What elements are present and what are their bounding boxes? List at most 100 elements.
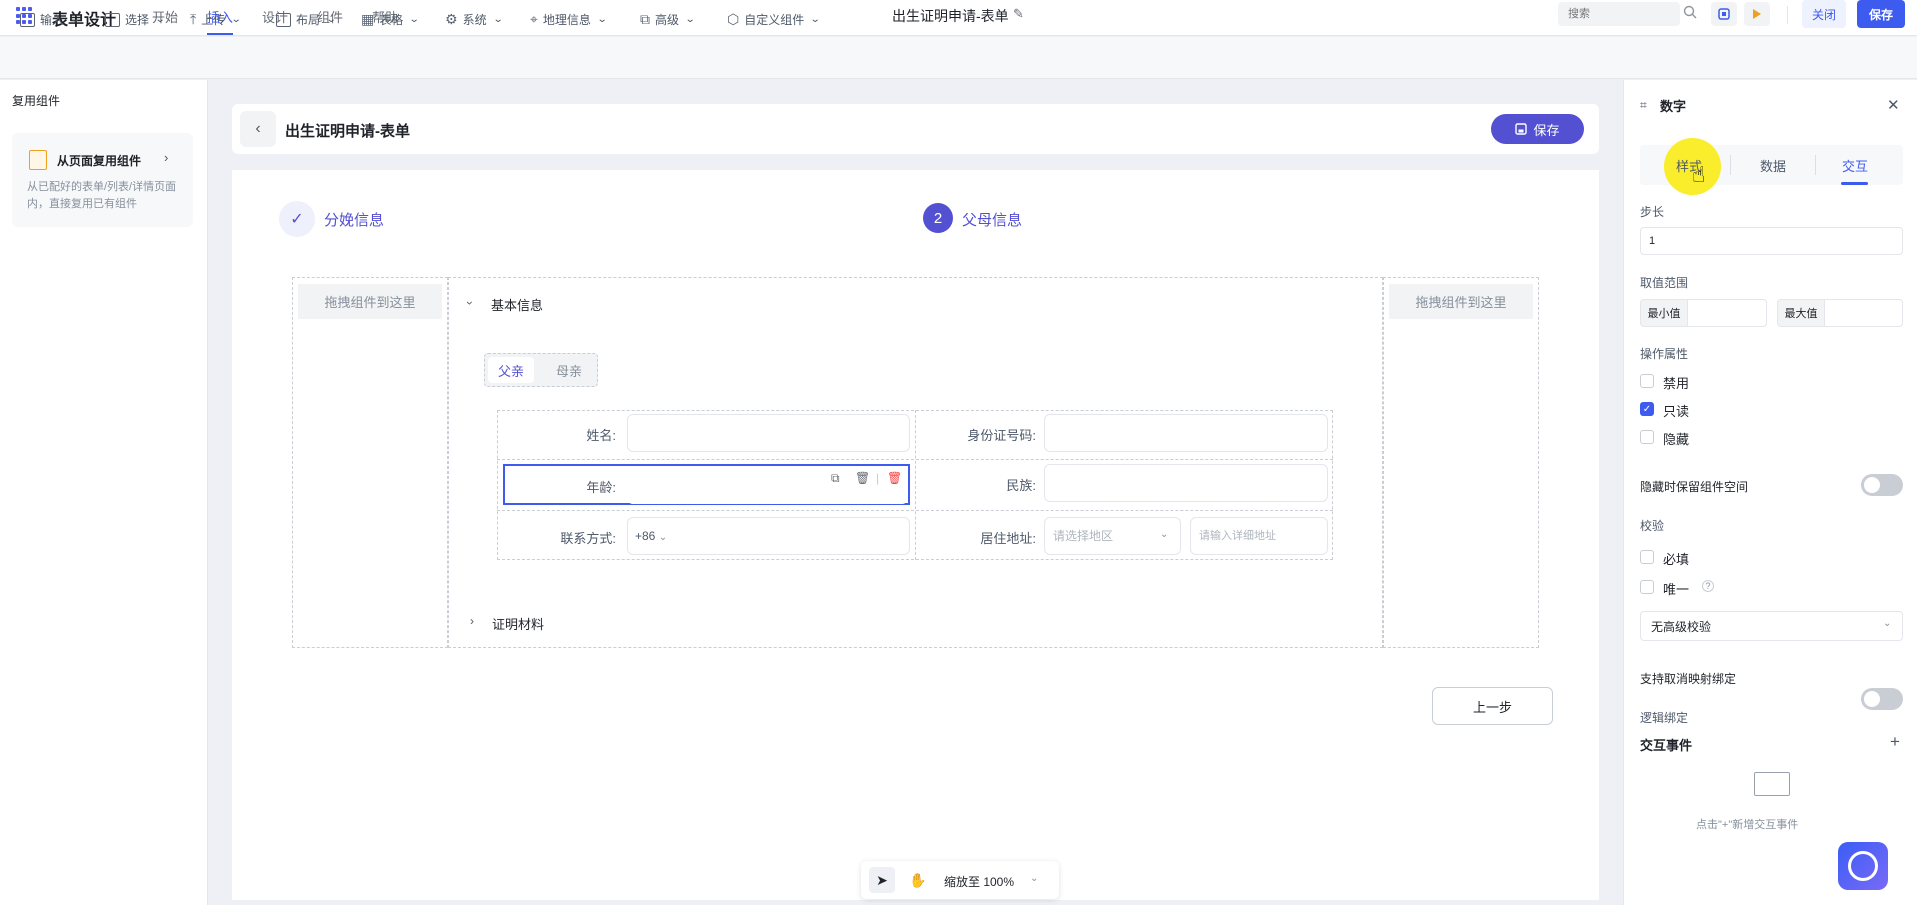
required-checkbox[interactable] <box>1640 550 1654 564</box>
search-box[interactable] <box>1558 2 1680 26</box>
close-button[interactable]: 关闭 <box>1802 0 1846 28</box>
keep-space-toggle[interactable] <box>1861 474 1903 496</box>
number-field-icon: ⌗ <box>1640 98 1647 112</box>
chevron-down-icon: ⌄ <box>684 14 696 25</box>
disabled-checkbox[interactable] <box>1640 374 1654 388</box>
toolbar-system[interactable]: ⚙ 系统 ⌄ <box>445 11 504 28</box>
tab-interaction[interactable]: 交互 <box>1842 156 1868 175</box>
unique-checkbox[interactable] <box>1640 580 1654 594</box>
logic-binding-label: 逻辑绑定 <box>1640 711 1689 725</box>
step-input[interactable] <box>1640 227 1903 255</box>
advanced-icon: ⧉ <box>640 11 650 27</box>
layout-column-right <box>1383 277 1539 648</box>
empty-events-hint: 点击"+"新增交互事件 <box>1696 819 1799 831</box>
disabled-label: 禁用 <box>1663 376 1690 391</box>
left-panel-title: 复用组件 <box>12 94 61 108</box>
trash-icon[interactable]: 🗑 <box>887 471 902 485</box>
phone-input[interactable] <box>627 517 910 555</box>
phone-label: 联系方式: <box>560 531 616 546</box>
required-label: 必填 <box>1663 552 1690 567</box>
advanced-validation-select[interactable]: 无高级校验 <box>1640 611 1903 641</box>
name-input[interactable] <box>627 414 910 452</box>
name-label: 姓名: <box>586 428 616 443</box>
toolbar-advanced[interactable]: ⧉ 高级 ⌄ <box>640 11 696 28</box>
section-certificates[interactable]: 证明材料 <box>492 614 544 633</box>
readonly-label: 只读 <box>1663 404 1690 419</box>
hand-cursor-icon: ☝ <box>1692 162 1706 187</box>
section-basic-info[interactable]: 基本信息 <box>491 295 543 314</box>
map-icon: ⌖ <box>530 11 538 27</box>
toolbar-custom[interactable]: ⬡ 自定义组件 ⌄ <box>727 11 821 28</box>
step-2-number[interactable]: 2 <box>923 203 953 233</box>
step-2-label[interactable]: 父母信息 <box>962 209 1022 230</box>
chevron-down-icon: ⌄ <box>154 14 166 25</box>
chevron-down-icon[interactable]: › <box>463 301 477 305</box>
layout-column-left <box>292 277 448 648</box>
active-tab-indicator <box>1841 182 1868 185</box>
address-label: 居住地址: <box>980 531 1036 546</box>
action-divider: | <box>876 471 880 485</box>
preview-icon[interactable] <box>1711 2 1737 26</box>
zoom-level[interactable]: 缩放至 100% <box>944 873 1014 890</box>
drop-zone-right[interactable]: 拖拽组件到这里 <box>1389 284 1533 319</box>
chevron-down-icon: ⌄ <box>492 14 504 25</box>
tab-data[interactable]: 数据 <box>1760 156 1786 175</box>
toolbar-select[interactable]: 选择 ⌄ <box>105 11 166 28</box>
toolbar-table[interactable]: ▦ 表格 ⌄ <box>361 11 420 28</box>
unmap-toggle[interactable] <box>1861 688 1903 710</box>
chevron-left-icon: ‹ <box>255 120 261 137</box>
search-input[interactable] <box>1558 2 1650 26</box>
max-input[interactable] <box>1824 299 1903 327</box>
id-number-input[interactable] <box>1044 414 1328 452</box>
layout-icon <box>276 12 291 27</box>
toolbar-upload[interactable]: ⤒ 上传 ⌄ <box>190 11 242 28</box>
chevron-right-icon[interactable]: › <box>470 614 474 628</box>
custom-component-icon: ⬡ <box>727 11 740 27</box>
search-icon[interactable] <box>1683 5 1697 19</box>
toolbar-upload-label: 上传 <box>201 13 226 27</box>
form-title: 出生证明申请-表单 <box>285 123 410 140</box>
save-button[interactable]: 保存 <box>1857 0 1905 28</box>
toolbar-geo[interactable]: ⌖ 地理信息 ⌄ <box>530 11 608 28</box>
min-input[interactable] <box>1687 299 1767 327</box>
close-icon[interactable]: ✕ <box>1887 96 1900 114</box>
min-label: 最小值 <box>1640 299 1688 327</box>
drop-zone-left[interactable]: 拖拽组件到这里 <box>298 284 442 319</box>
hidden-checkbox[interactable] <box>1640 430 1654 444</box>
back-button[interactable]: ‹ <box>240 111 276 147</box>
readonly-checkbox[interactable]: ✓ <box>1640 402 1654 416</box>
help-icon[interactable]: ? <box>1702 580 1714 592</box>
step-done-check-icon[interactable]: ✓ <box>279 201 315 237</box>
toolbar-input[interactable]: 输入 ⌄ <box>20 11 81 28</box>
unmap-label: 支持取消映射绑定 <box>1640 672 1737 686</box>
chevron-down-icon[interactable]: ⌄ <box>1030 873 1038 884</box>
hand-tool-icon[interactable]: ✋ <box>905 867 931 893</box>
toolbar-geo-label: 地理信息 <box>542 13 591 27</box>
insert-toolbar <box>0 37 1917 79</box>
previous-step-button[interactable]: 上一步 <box>1432 687 1553 725</box>
tab-mother[interactable]: 母亲 <box>544 357 594 383</box>
assistant-icon[interactable] <box>1838 842 1888 890</box>
run-icon[interactable] <box>1744 2 1770 26</box>
phone-prefix-select[interactable]: +86 ⌄ <box>635 529 667 543</box>
chevron-right-icon[interactable]: › <box>164 150 168 165</box>
copy-icon[interactable]: ⧉ <box>831 471 840 486</box>
form-save-button[interactable]: 保存 <box>1491 114 1584 144</box>
ethnicity-label: 民族: <box>1006 478 1036 493</box>
address-detail-input[interactable] <box>1190 517 1328 555</box>
chevron-down-icon: ⌄ <box>325 14 337 25</box>
add-event-icon[interactable]: + <box>1890 732 1900 752</box>
toolbar-layout[interactable]: 布局 ⌄ <box>276 11 337 28</box>
max-label: 最大值 <box>1777 299 1825 327</box>
range-label: 取值范围 <box>1640 276 1689 290</box>
ethnicity-input[interactable] <box>1044 464 1328 502</box>
tab-father[interactable]: 父亲 <box>488 357 534 383</box>
reuse-card-title: 从页面复用组件 <box>57 154 142 168</box>
step-1-label[interactable]: 分娩信息 <box>324 209 384 230</box>
interaction-events-title: 交互事件 <box>1640 738 1693 753</box>
unique-label: 唯一 <box>1663 582 1690 597</box>
save-icon <box>1515 123 1528 135</box>
delete-icon[interactable]: 🗑 <box>855 471 870 485</box>
edit-title-icon[interactable]: ✎ <box>1013 6 1024 22</box>
pointer-tool-icon[interactable]: ➤ <box>869 867 895 893</box>
